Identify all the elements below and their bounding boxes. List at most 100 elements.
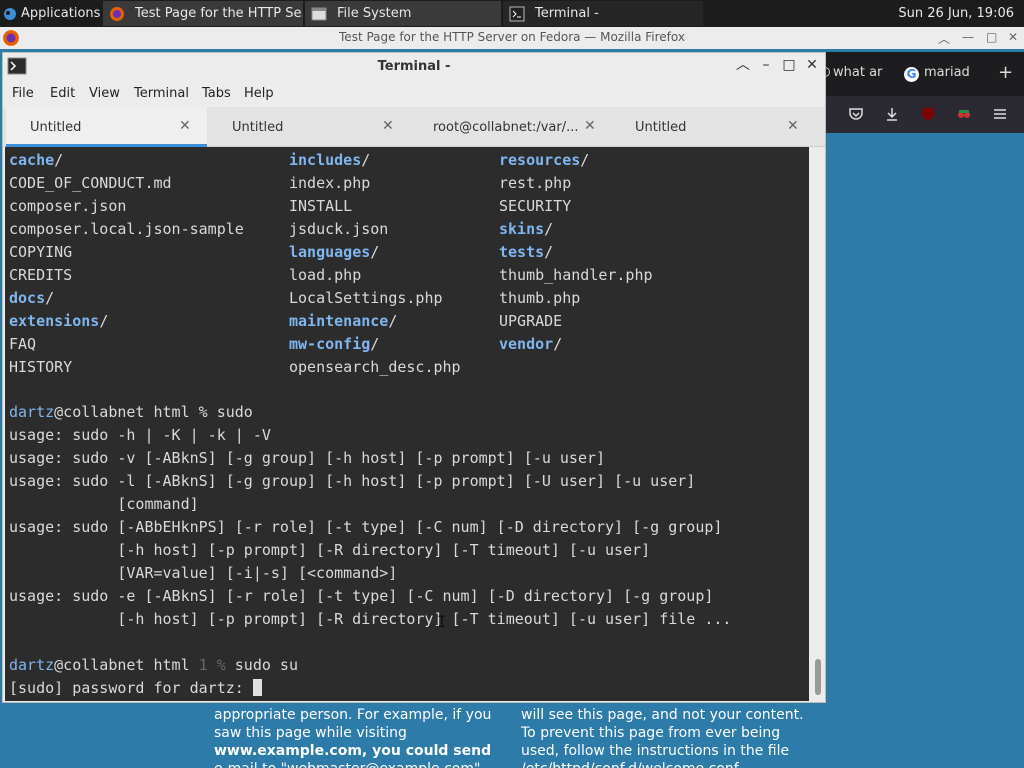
prompt-host: @collabnet html %: [54, 403, 217, 421]
entry-suffix: /: [45, 289, 55, 307]
directory-entry: resources/: [499, 149, 589, 172]
download-icon[interactable]: [884, 106, 900, 122]
usage-line: usage: sudo [-ABbEHknPS] [-r role] [-t t…: [9, 518, 723, 536]
usage-line: [VAR=value] [-i|-s] [<command>]: [9, 564, 398, 582]
page-text: e-mail to "webmaster@example.com": [214, 760, 514, 768]
terminal-window: Terminal - ︿ – □ ✕ File Edit View Termin…: [2, 52, 826, 703]
prompt-separator: %: [207, 656, 235, 674]
prompt-line: dartz@collabnet html 1 % sudo su: [9, 654, 298, 677]
menu-edit[interactable]: Edit: [50, 86, 75, 101]
chevron-up-icon[interactable]: ︿: [938, 30, 950, 47]
close-tab-icon[interactable]: ✕: [584, 118, 596, 134]
terminal-icon: [509, 6, 525, 21]
entry-name: CREDITS: [9, 266, 73, 284]
directory-entry: tests/: [499, 241, 553, 264]
applications-menu[interactable]: Applications: [0, 0, 101, 27]
pocket-icon[interactable]: [848, 106, 864, 122]
entry-name: composer.json: [9, 197, 127, 215]
close-icon[interactable]: ✕: [803, 56, 821, 74]
password-prompt-line[interactable]: [sudo] password for dartz:: [9, 677, 262, 700]
directory-entry: includes/: [289, 149, 370, 172]
task-file-system[interactable]: File System: [305, 1, 501, 26]
prompt-exit-status: 1: [198, 656, 208, 674]
page-paragraph-left: appropriate person. For example, if you …: [214, 706, 514, 768]
menu-terminal[interactable]: Terminal: [134, 86, 189, 101]
terminal-titlebar[interactable]: Terminal - ︿ – □ ✕: [3, 53, 825, 80]
prompt-line: dartz@collabnet html % sudo: [9, 401, 253, 424]
panel-clock[interactable]: Sun 26 Jun, 19:06: [898, 0, 1014, 27]
ublock-icon[interactable]: [920, 106, 936, 122]
entry-suffix: /: [54, 151, 64, 169]
file-entry: COPYING: [9, 241, 72, 264]
page-text: saw this page while visiting: [214, 725, 407, 741]
file-entry: CODE_OF_CONDUCT.md: [9, 172, 172, 195]
terminal-title: Terminal -: [377, 59, 451, 74]
terminal-scrollbar[interactable]: [811, 147, 825, 701]
terminal-tab-2[interactable]: Untitled ✕: [209, 107, 409, 147]
entry-name: thumb_handler.php: [499, 266, 653, 284]
menu-tabs[interactable]: Tabs: [202, 86, 231, 101]
close-tab-icon[interactable]: ✕: [179, 118, 191, 134]
close-icon[interactable]: ✕: [1008, 30, 1018, 44]
entry-suffix: /: [99, 312, 109, 330]
close-tab-icon[interactable]: ✕: [382, 118, 394, 134]
close-tab-icon[interactable]: ✕: [787, 118, 799, 134]
entry-name: CODE_OF_CONDUCT.md: [9, 174, 172, 192]
minimize-icon[interactable]: —: [962, 30, 974, 44]
usage-line: usage: sudo -v [-ABknS] [-g group] [-h h…: [9, 449, 606, 467]
entry-suffix: /: [361, 151, 371, 169]
firefox-tab[interactable]: what ar: [820, 65, 882, 80]
entry-name: mw-config: [289, 335, 371, 353]
new-tab-button[interactable]: +: [998, 62, 1013, 83]
usage-line: usage: sudo -e [-ABknS] [-r role] [-t ty…: [9, 587, 714, 605]
page-text: www.example.com, you could send: [214, 743, 492, 759]
entry-suffix: /: [370, 243, 380, 261]
firefox-tab[interactable]: Gmariad: [904, 65, 970, 82]
file-entry: jsduck.json: [289, 218, 388, 241]
task-terminal[interactable]: Terminal -: [503, 1, 703, 26]
entry-name: skins: [499, 220, 545, 238]
entry-name: composer.local.json-sample: [9, 220, 244, 238]
file-entry: LocalSettings.php: [289, 287, 443, 310]
entry-name: maintenance: [289, 312, 389, 330]
firefox-window-title: Test Page for the HTTP Server on Fedora …: [339, 30, 685, 44]
entry-suffix: /: [388, 312, 398, 330]
firefox-page-content: appropriate person. For example, if you …: [200, 703, 826, 768]
maximize-icon[interactable]: □: [780, 56, 798, 74]
terminal-tab-4[interactable]: Untitled ✕: [613, 107, 813, 147]
task-label: Terminal -: [535, 6, 599, 21]
directory-entry: skins/: [499, 218, 553, 241]
applications-label: Applications: [21, 6, 101, 21]
minimize-icon[interactable]: –: [757, 56, 775, 74]
entry-name: tests: [499, 243, 545, 261]
menu-file[interactable]: File: [12, 86, 34, 101]
file-entry: thumb_handler.php: [499, 264, 653, 287]
entry-name: includes: [289, 151, 362, 169]
usage-line: [-h host] [-p prompt] [-R directory] [-T…: [9, 541, 651, 559]
entry-name: cache: [9, 151, 55, 169]
entry-name: opensearch_desc.php: [289, 358, 461, 376]
directory-entry: mw-config/: [289, 333, 379, 356]
extension-mask-icon[interactable]: [956, 106, 972, 122]
file-entry: opensearch_desc.php: [289, 356, 461, 379]
entry-suffix: /: [580, 151, 590, 169]
directory-entry: docs/: [9, 287, 54, 310]
entry-name: INSTALL: [289, 197, 353, 215]
terminal-tab-1[interactable]: Untitled ✕: [6, 107, 207, 147]
menu-view[interactable]: View: [89, 86, 120, 101]
task-firefox[interactable]: Test Page for the HTTP Se...: [103, 1, 303, 26]
tab-label: root@collabnet:/var/...: [433, 120, 578, 135]
maximize-icon[interactable]: □: [986, 30, 997, 44]
scrollbar-thumb[interactable]: [815, 659, 821, 695]
entry-suffix: /: [544, 220, 554, 238]
terminal-output[interactable]: cache/CODE_OF_CONDUCT.md composer.json com…: [5, 147, 809, 701]
firefox-icon: [110, 6, 124, 21]
terminal-tabbar: Untitled ✕ Untitled ✕ root@collabnet:/va…: [3, 107, 825, 147]
directory-entry: maintenance/: [289, 310, 397, 333]
menu-help[interactable]: Help: [244, 86, 274, 101]
terminal-tab-3[interactable]: root@collabnet:/var/... ✕: [411, 107, 611, 147]
hamburger-menu-icon[interactable]: [992, 106, 1008, 122]
entry-suffix: /: [544, 243, 554, 261]
chevron-up-icon[interactable]: ︿: [734, 56, 752, 74]
page-text: used, follow the instructions in the fil…: [521, 743, 790, 759]
